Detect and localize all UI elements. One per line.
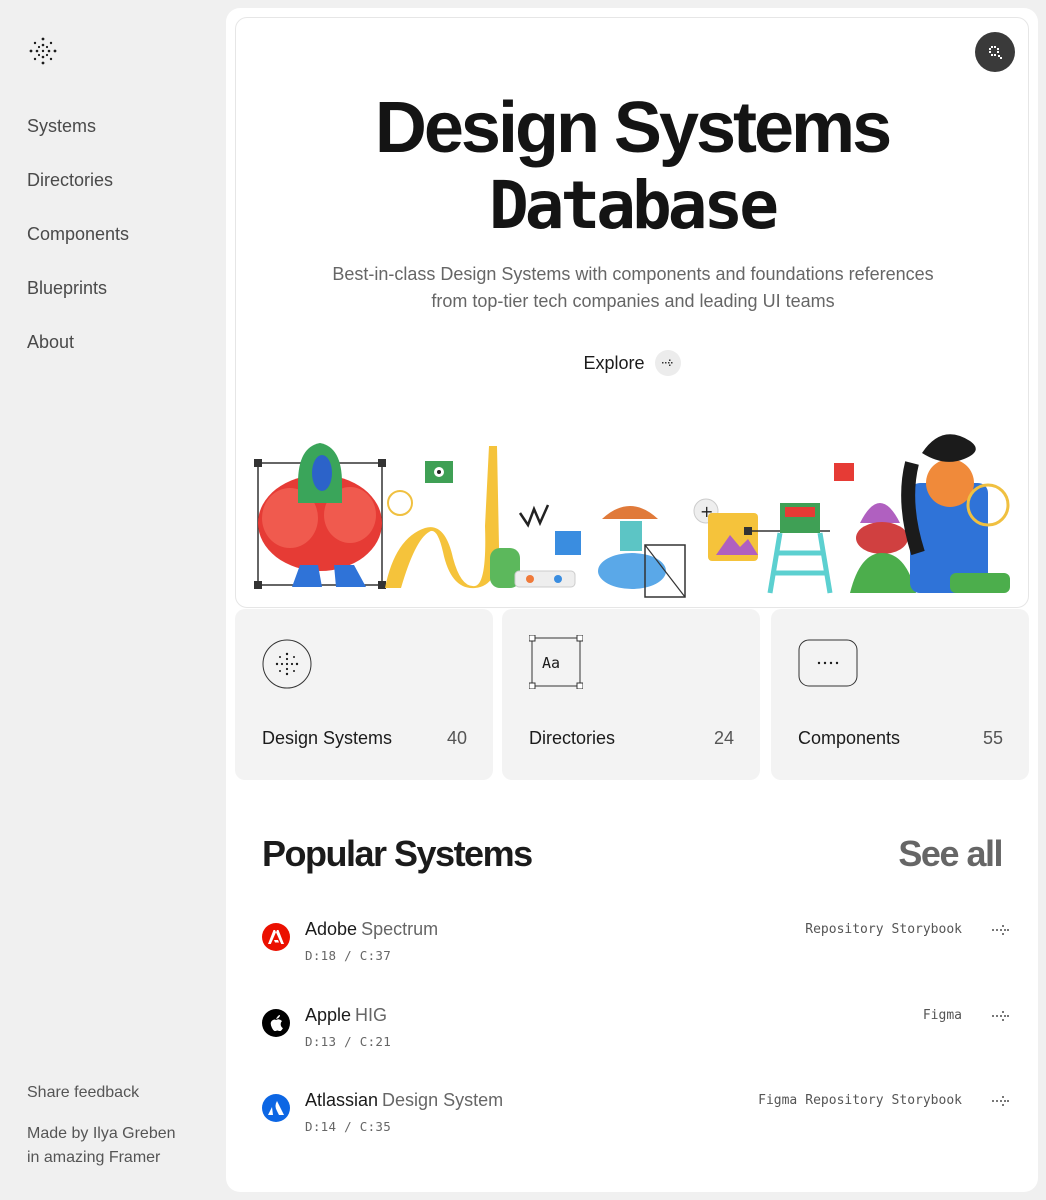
apple-logo-icon [262, 1009, 290, 1037]
system-subname: Spectrum [361, 919, 439, 939]
sidebar-item-directories[interactable]: Directories [27, 168, 129, 222]
system-name: Apple HIG [305, 1005, 387, 1026]
yellow-figure-illustration [385, 446, 499, 589]
card-count: 24 [713, 728, 734, 748]
main-panel: Design Systems Database Best-in-class De… [226, 8, 1038, 1192]
figma-link[interactable]: Figma [923, 1008, 962, 1023]
adobe-logo-icon [262, 923, 290, 951]
storybook-link[interactable]: Storybook [892, 1093, 962, 1108]
sidebar-item-components[interactable]: Components [27, 222, 129, 276]
green-robot-illustration [490, 504, 581, 588]
arrow-right-icon[interactable] [992, 923, 1010, 937]
dots-logo-icon [262, 639, 312, 689]
made-by-line-2: in amazing Framer [27, 1149, 161, 1166]
system-meta: D:13 / C:21 [305, 1034, 392, 1049]
system-row-adobe[interactable]: Adobe Spectrum D:18 / C:37 Repository Sto… [262, 919, 1010, 979]
system-row-apple[interactable]: Apple HIG D:13 / C:21 Figma [262, 1005, 1010, 1065]
explore-button[interactable]: Explore [236, 350, 1028, 376]
card-components[interactable]: Components 55 [771, 609, 1029, 780]
arrow-right-icon[interactable] [992, 1009, 1010, 1023]
system-row-atlassian[interactable]: Atlassian Design System D:14 / C:35 Figma… [262, 1090, 1010, 1150]
red-puffer-character-illustration [254, 443, 413, 589]
hero-subtitle-line-2: from top-tier tech companies and leading… [431, 291, 835, 311]
card-label: Directories [529, 728, 616, 748]
repository-link[interactable]: Repository [805, 1093, 883, 1108]
system-links: Figma Repository Storybook [758, 1093, 962, 1108]
arrow-right-icon[interactable] [992, 1094, 1010, 1108]
typography-aa-icon: Aa [529, 635, 583, 689]
search-icon [989, 46, 1002, 59]
sidebar-item-blueprints[interactable]: Blueprints [27, 276, 129, 330]
system-meta: D:14 / C:35 [305, 1119, 392, 1134]
hero-subtitle-line-1: Best-in-class Design Systems with compon… [332, 264, 934, 284]
search-button[interactable] [975, 32, 1015, 72]
hero-illustration: + [254, 434, 1010, 598]
figma-link[interactable]: Figma [758, 1093, 797, 1108]
explore-label: Explore [583, 352, 645, 373]
brand-name: Apple [305, 1005, 352, 1025]
sidebar-nav: Systems Directories Components Blueprint… [27, 114, 129, 384]
svg-text:Aa: Aa [542, 654, 560, 672]
system-subname: Design System [382, 1090, 504, 1110]
hero-title-line-1: Design Systems [374, 88, 892, 168]
sidebar-footer: Share feedback Made by Ilya Greben in am… [27, 1084, 176, 1170]
share-feedback-link[interactable]: Share feedback [27, 1084, 176, 1102]
hero-section: Design Systems Database Best-in-class De… [235, 17, 1029, 608]
ellipsis-button-icon [798, 639, 858, 687]
hero-title-line-2: Database [489, 167, 779, 244]
arrow-right-icon [654, 350, 681, 376]
see-all-link[interactable]: See all [898, 833, 1003, 875]
blue-dress-character-illustration [598, 506, 686, 598]
storybook-link[interactable]: Storybook [892, 922, 962, 937]
sidebar: Systems Directories Components Blueprint… [0, 0, 226, 1200]
brand-name: Adobe [305, 919, 358, 939]
atlassian-logo-icon [262, 1094, 290, 1122]
card-directories[interactable]: Aa Directories 24 [502, 609, 760, 780]
brand-name: Atlassian [305, 1090, 379, 1110]
card-design-systems[interactable]: Design Systems 40 [235, 609, 493, 780]
hero-subtitle: Best-in-class Design Systems with compon… [286, 261, 980, 315]
system-name: Atlassian Design System [305, 1090, 503, 1111]
dots-logo-icon[interactable] [28, 36, 58, 66]
card-label: Design Systems [262, 728, 393, 748]
popular-systems-title: Popular Systems [262, 833, 533, 874]
repository-link[interactable]: Repository [805, 922, 883, 937]
made-by-line-1: Made by Ilya Greben [27, 1125, 176, 1142]
system-meta: D:18 / C:37 [305, 948, 392, 963]
system-links: Figma [923, 1008, 962, 1023]
card-count: 40 [446, 728, 467, 748]
made-by-credit[interactable]: Made by Ilya Greben in amazing Framer [27, 1122, 176, 1170]
system-name: Adobe Spectrum [305, 919, 438, 940]
sidebar-item-about[interactable]: About [27, 330, 129, 384]
card-label: Components [798, 728, 901, 748]
sidebar-item-systems[interactable]: Systems [27, 114, 129, 168]
card-count: 55 [982, 728, 1003, 748]
system-links: Repository Storybook [805, 922, 962, 937]
system-subname: HIG [355, 1005, 388, 1025]
